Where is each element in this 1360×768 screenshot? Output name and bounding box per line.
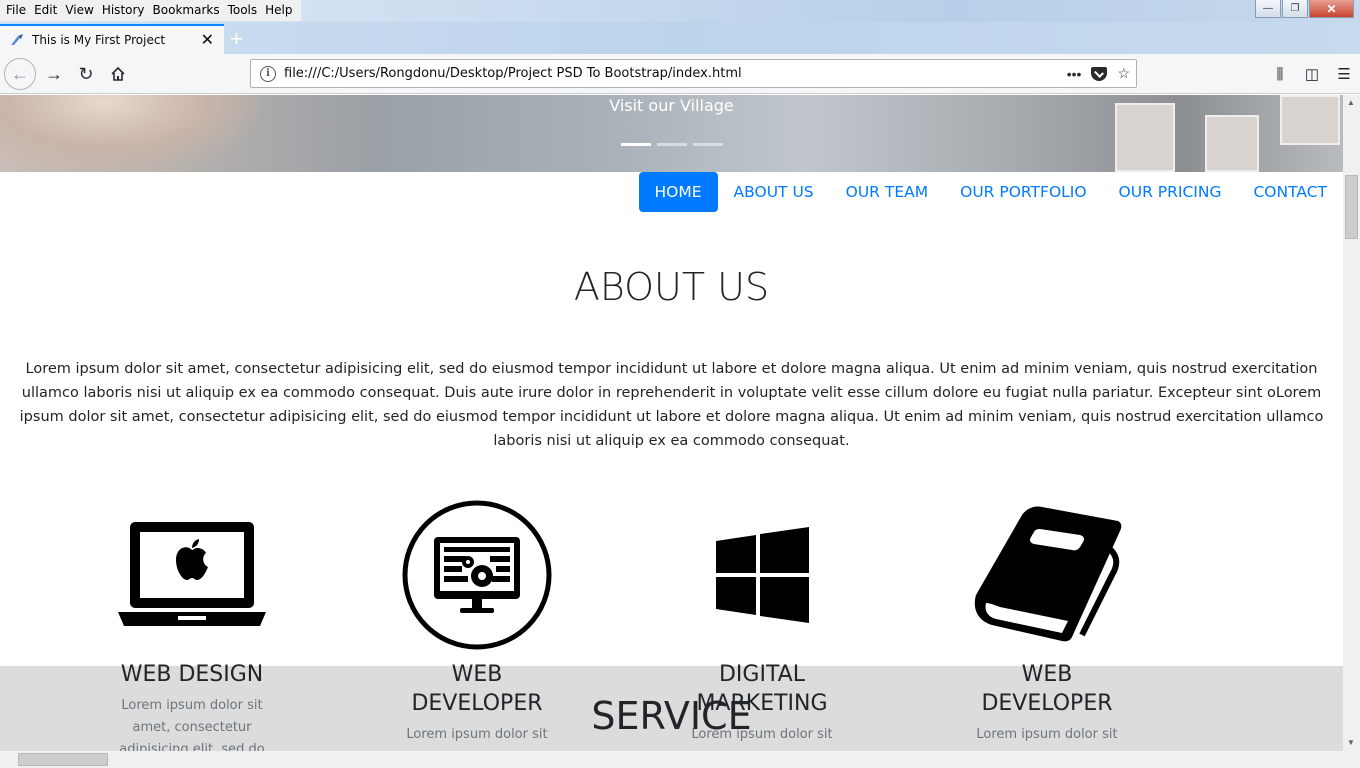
forward-button[interactable]: → [38,58,70,90]
window-controls: — ❐ ✕ [1255,0,1354,18]
monitor-gears-icon [367,500,587,650]
back-button[interactable]: ← [4,58,36,90]
book-icon [937,500,1157,650]
window-titlebar: File Edit View History Bookmarks Tools H… [0,0,1360,22]
tab-title: This is My First Project [32,33,166,47]
toolbar-icons: ⫼ ◫ ☰ [1264,54,1360,94]
carousel-indicator[interactable] [621,143,651,146]
maximize-button[interactable]: ❐ [1282,0,1308,18]
url-bar[interactable]: i file:///C:/Users/Rongdonu/Desktop/Proj… [250,59,1137,88]
home-icon [111,66,125,81]
url-actions: ••• ☆ [1067,65,1136,82]
vertical-scroll-thumb[interactable] [1345,175,1358,239]
menu-view[interactable]: View [61,0,97,21]
horizontal-scrollbar[interactable] [0,751,1343,768]
about-title: ABOUT US [573,265,770,309]
windows-logo-icon [652,500,872,650]
service-title: SERVICE [591,694,752,738]
menu-edit[interactable]: Edit [30,0,61,21]
pocket-icon[interactable] [1091,66,1108,81]
hero-carousel: Visit our Village [0,95,1343,172]
vertical-scrollbar[interactable]: ▲ ▼ [1343,95,1360,751]
scroll-down-icon[interactable]: ▼ [1347,738,1355,747]
bookmark-star-icon[interactable]: ☆ [1117,65,1130,82]
minimize-button[interactable]: — [1255,0,1281,18]
new-tab-button[interactable]: + [230,26,243,52]
page-viewport: Visit our Village HOME ABOUT US OUR TEAM… [0,95,1343,751]
site-navbar: HOME ABOUT US OUR TEAM OUR PORTFOLIO OUR… [0,172,1343,212]
page-favicon-icon [10,33,26,47]
carousel-indicator[interactable] [693,143,723,146]
tab-active[interactable]: This is My First Project ✕ [0,24,224,54]
tab-strip: This is My First Project ✕ + [0,22,1360,54]
scrollbar-corner [1343,751,1360,768]
feature-title: WEB DESIGN [120,662,264,687]
nav-our-portfolio[interactable]: OUR PORTFOLIO [944,172,1102,212]
library-icon[interactable]: ⫼ [1264,66,1296,83]
tab-close-icon[interactable]: ✕ [201,30,214,50]
menu-tools[interactable]: Tools [224,0,262,21]
nav-our-pricing[interactable]: OUR PRICING [1103,172,1238,212]
menu-bookmarks[interactable]: Bookmarks [149,0,224,21]
menu-help[interactable]: Help [261,0,296,21]
nav-contact[interactable]: CONTACT [1237,172,1343,212]
nav-our-team[interactable]: OUR TEAM [830,172,944,212]
scroll-up-icon[interactable]: ▲ [1347,98,1355,107]
menu-file[interactable]: File [2,0,30,21]
sidebar-icon[interactable]: ◫ [1296,65,1328,83]
nav-about-us[interactable]: ABOUT US [718,172,830,212]
hero-caption: Visit our Village [609,96,734,115]
close-window-button[interactable]: ✕ [1309,0,1354,18]
menu-bar: File Edit View History Bookmarks Tools H… [0,0,301,21]
wall-photo [1205,115,1259,172]
url-text[interactable]: file:///C:/Users/Rongdonu/Desktop/Projec… [284,66,1067,81]
reload-button[interactable]: ↻ [70,58,102,90]
home-button[interactable] [102,58,134,90]
page-actions-icon[interactable]: ••• [1067,66,1082,82]
hamburger-menu-icon[interactable]: ☰ [1328,65,1360,83]
laptop-apple-icon [82,500,302,650]
horizontal-scroll-thumb[interactable] [18,753,108,766]
carousel-indicator[interactable] [657,143,687,146]
menu-history[interactable]: History [98,0,149,21]
site-info-icon[interactable]: i [260,65,276,82]
about-text: Lorem ipsum dolor sit amet, consectetur … [19,361,1324,449]
nav-home[interactable]: HOME [638,172,718,212]
carousel-indicators [621,143,723,146]
browser-navbar: ← → ↻ i file:///C:/Users/Rongdonu/Deskto… [0,54,1360,94]
